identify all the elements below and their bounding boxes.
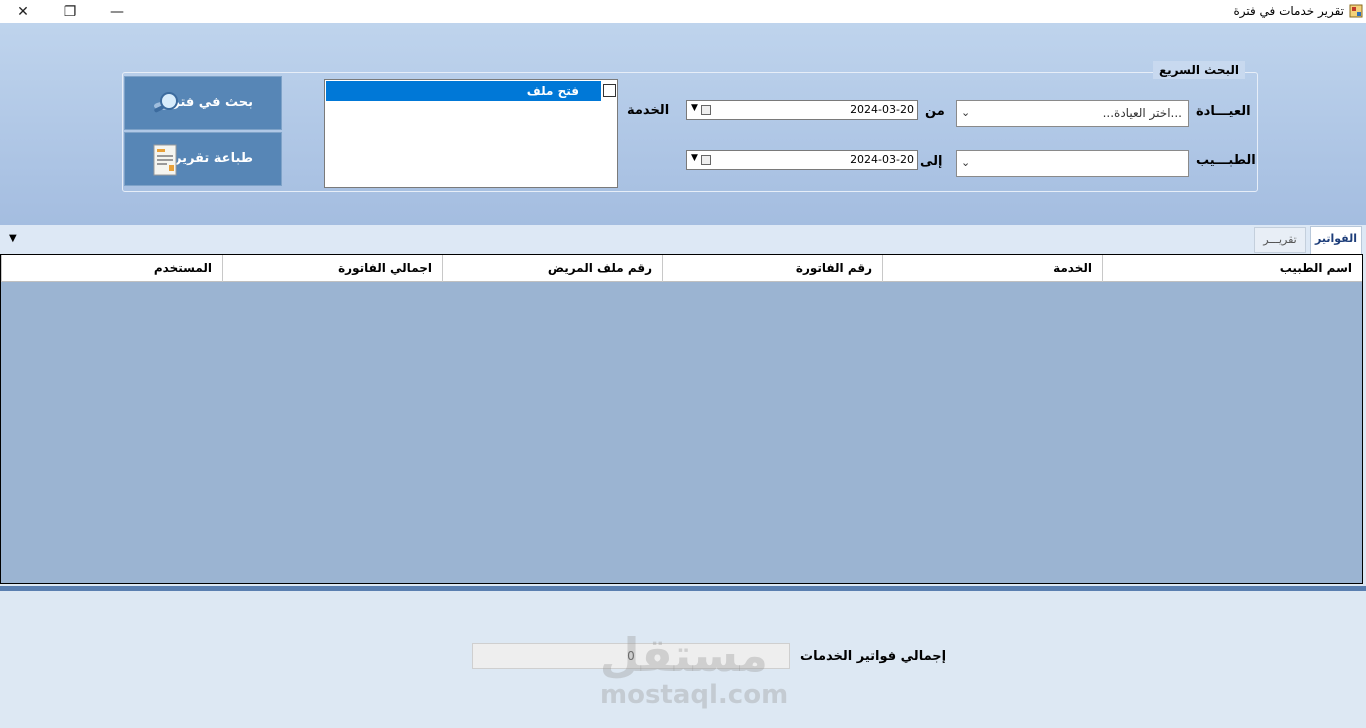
chevron-down-icon: ⌄: [961, 156, 971, 169]
dropdown-arrow-icon: ▼: [691, 103, 698, 113]
column-header-doctor[interactable]: اسم الطبيب: [1102, 255, 1362, 282]
column-header-user[interactable]: المستخدم: [1, 255, 222, 282]
dropdown-arrow-icon: ▼: [691, 153, 698, 163]
column-header-invoice-number[interactable]: رقم الفاتورة: [662, 255, 882, 282]
window-title: تقرير خدمات في فترة: [1233, 4, 1344, 18]
app-icon: [1349, 4, 1363, 18]
watermark-arabic: مستقل: [599, 628, 768, 682]
to-label: إلى: [920, 154, 943, 169]
to-date-picker[interactable]: 2024-03-20 ▼: [686, 150, 918, 170]
tab-strip: الفواتير تقريـــر ▼: [0, 225, 1366, 255]
tab-invoices-label: الفواتير: [1315, 232, 1357, 245]
magnifier-icon: [154, 92, 178, 113]
doctor-combo[interactable]: ⌄: [956, 150, 1189, 177]
column-header-service[interactable]: الخدمة: [882, 255, 1102, 282]
doctor-label: الطبـــيب: [1196, 153, 1256, 168]
clinic-combo[interactable]: ...اختر العيادة... ⌄: [956, 100, 1189, 127]
print-report-button[interactable]: طباعة تقرير: [124, 132, 282, 186]
to-date-value: 2024-03-20: [850, 153, 914, 166]
title-bar: ✕ ❐ — تقرير خدمات في فترة: [0, 0, 1366, 23]
maximize-button[interactable]: ❐: [47, 0, 93, 23]
print-report-label: طباعة تقرير: [173, 151, 253, 166]
from-date-value: 2024-03-20: [850, 103, 914, 116]
from-date-picker[interactable]: 2024-03-20 ▼: [686, 100, 918, 120]
quick-search-title: البحث السريع: [1152, 61, 1245, 79]
report-icon: [153, 144, 177, 176]
calendar-icon: [701, 155, 711, 165]
tab-report-label: تقريـــر: [1263, 233, 1297, 246]
invoices-grid[interactable]: اسم الطبيب الخدمة رقم الفاتورة رقم ملف ا…: [0, 254, 1363, 584]
tab-invoices[interactable]: الفواتير: [1310, 226, 1362, 254]
restore-icon: ❐: [63, 3, 77, 20]
close-button[interactable]: ✕: [0, 0, 46, 23]
watermark: مستقل mostaql.com: [599, 628, 789, 710]
clinic-label: العيـــادة: [1196, 104, 1251, 119]
service-checkbox[interactable]: [603, 84, 616, 97]
watermark-english: mostaql.com: [600, 680, 789, 710]
service-listbox[interactable]: فتح ملف: [324, 79, 618, 188]
from-label: من: [925, 104, 945, 119]
grid-header: اسم الطبيب الخدمة رقم الفاتورة رقم ملف ا…: [1, 255, 1362, 282]
column-header-patient-file[interactable]: رقم ملف المريض: [442, 255, 662, 282]
calendar-icon: [701, 105, 711, 115]
tab-report[interactable]: تقريـــر: [1254, 227, 1306, 253]
service-item[interactable]: فتح ملف: [326, 81, 601, 101]
close-icon: ✕: [17, 3, 29, 20]
clinic-value: ...اختر العيادة...: [1102, 106, 1182, 120]
column-header-invoice-total[interactable]: اجمالي الفاتورة: [222, 255, 442, 282]
minimize-icon: —: [110, 3, 124, 20]
service-label: الخدمة: [627, 103, 670, 118]
search-period-button[interactable]: بحث في فترة: [124, 76, 282, 130]
service-item-label: فتح ملف: [526, 84, 579, 98]
minimize-button[interactable]: —: [94, 0, 140, 23]
total-label: إجمالي فواتير الخدمات: [800, 649, 947, 664]
chevron-down-icon: ⌄: [961, 106, 971, 119]
tab-dropdown-icon[interactable]: ▼: [9, 233, 17, 244]
